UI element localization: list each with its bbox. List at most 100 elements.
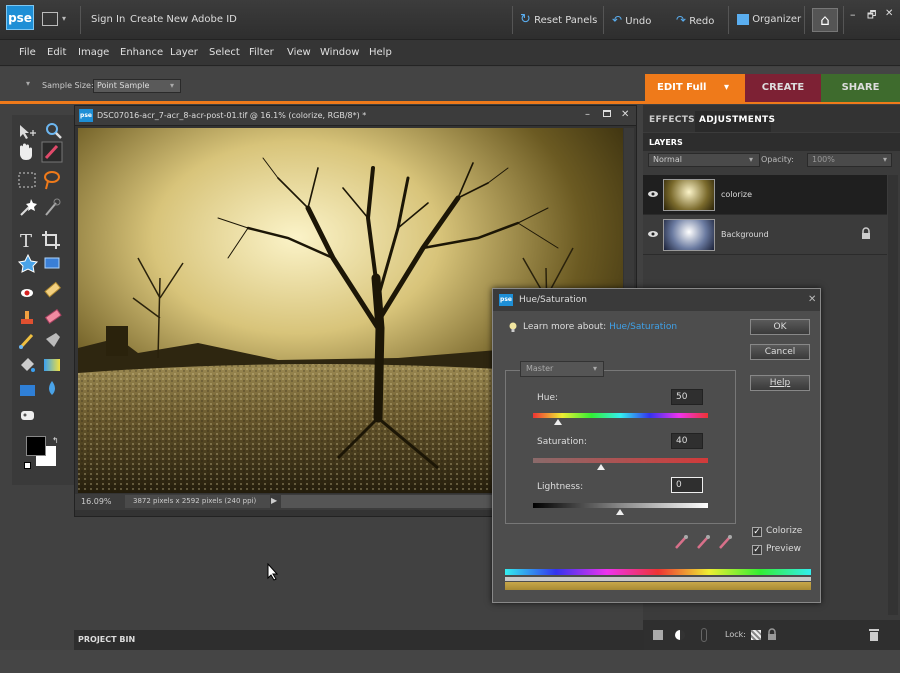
visibility-eye-icon[interactable] xyxy=(648,190,658,198)
chevron-down-icon: ▾ xyxy=(592,364,597,373)
menu-select[interactable]: Select xyxy=(209,47,240,58)
spot-healing-tool-icon[interactable] xyxy=(44,281,61,298)
menu-window[interactable]: Window xyxy=(320,47,359,58)
saturation-track[interactable] xyxy=(533,458,708,463)
edit-target-select[interactable]: Master ▾ xyxy=(520,361,604,377)
tab-effects[interactable]: EFFECTS xyxy=(649,115,695,125)
crop-tool-icon[interactable] xyxy=(42,231,60,249)
gradient-tool-icon[interactable] xyxy=(44,359,60,371)
zoom-tool-icon[interactable] xyxy=(46,123,62,139)
project-bin[interactable]: PROJECT BIN xyxy=(74,630,644,650)
sample-size-select[interactable]: Point Sample ▾ xyxy=(93,79,181,93)
options-menu-icon[interactable]: ▾ xyxy=(26,79,30,88)
visibility-eye-icon[interactable] xyxy=(648,230,658,238)
hue-field[interactable]: 50 xyxy=(671,389,703,405)
eyedropper-tool-icon[interactable] xyxy=(41,141,63,163)
home-icon[interactable]: ⌂ xyxy=(812,8,838,32)
mode-edit-tab[interactable]: EDIT Full ▾ xyxy=(645,74,745,102)
saturation-field[interactable]: 40 xyxy=(671,433,703,449)
hue-slider-thumb[interactable] xyxy=(554,419,562,425)
menu-enhance[interactable]: Enhance xyxy=(120,47,163,58)
reset-panels-button[interactable]: ↻ Reset Panels xyxy=(520,9,597,31)
link-icon[interactable] xyxy=(701,628,707,642)
lock-all-icon[interactable] xyxy=(767,628,777,640)
blend-mode-select[interactable]: Normal ▾ xyxy=(648,153,760,167)
menu-layer[interactable]: Layer xyxy=(170,47,198,58)
eyedropper-minus-icon[interactable] xyxy=(717,534,733,550)
maximize-icon[interactable]: 🗗 xyxy=(867,8,876,25)
straighten-tool-icon[interactable] xyxy=(44,257,60,269)
redo-button[interactable]: ↷ Redo xyxy=(676,9,714,31)
minimize-icon[interactable]: – xyxy=(850,8,856,21)
layer-row-background[interactable]: Background xyxy=(643,215,887,255)
blur-tool-icon[interactable] xyxy=(49,381,55,395)
swap-colors-icon[interactable]: ↰ xyxy=(52,436,59,445)
chevron-down-icon[interactable]: ▾ xyxy=(62,14,66,23)
create-adobe-id-link[interactable]: Create New Adobe ID xyxy=(130,14,237,25)
eyedropper-plus-icon[interactable] xyxy=(695,534,711,550)
adjustment-layer-icon[interactable] xyxy=(675,630,685,640)
lightness-slider-thumb[interactable] xyxy=(616,509,624,515)
workspace-icon[interactable] xyxy=(42,12,58,26)
brush-tool-icon[interactable] xyxy=(19,333,34,349)
menu-filter[interactable]: Filter xyxy=(249,47,274,58)
menu-view[interactable]: View xyxy=(287,47,311,58)
hand-tool-icon[interactable] xyxy=(20,143,32,161)
clone-stamp-tool-icon[interactable] xyxy=(21,311,33,324)
tab-adjustments[interactable]: ADJUSTMENTS xyxy=(699,115,775,125)
eyedropper-icon[interactable] xyxy=(673,534,689,550)
doc-close-icon[interactable]: ✕ xyxy=(621,109,629,120)
mode-create-tab[interactable]: CREATE xyxy=(745,74,821,102)
ok-button[interactable]: OK xyxy=(750,319,810,335)
cancel-button[interactable]: Cancel xyxy=(750,344,810,360)
type-tool-icon[interactable]: T xyxy=(20,231,32,252)
doc-restore-icon[interactable] xyxy=(603,110,611,117)
mode-share-tab[interactable]: SHARE xyxy=(821,74,900,102)
help-button[interactable]: Help xyxy=(750,375,810,391)
default-colors-icon[interactable] xyxy=(24,462,31,469)
organizer-button[interactable]: Organizer xyxy=(737,9,801,31)
opacity-label: Opacity: xyxy=(761,155,794,164)
lightness-track[interactable] xyxy=(533,503,708,508)
magic-wand-tool-icon[interactable] xyxy=(20,199,37,216)
move-tool-icon[interactable] xyxy=(20,125,36,139)
new-layer-icon[interactable] xyxy=(653,630,663,640)
hue-track[interactable] xyxy=(533,413,708,418)
preview-checkbox[interactable]: ✓ xyxy=(752,545,762,555)
close-icon[interactable]: ✕ xyxy=(885,8,893,19)
opacity-field[interactable]: 100% ▾ xyxy=(807,153,892,167)
undo-button[interactable]: ↶ Undo xyxy=(612,9,651,31)
zoom-readout[interactable]: 16.09% xyxy=(81,497,112,506)
dialog-titlebar[interactable]: pse Hue/Saturation ✕ xyxy=(493,289,820,311)
red-eye-tool-icon[interactable] xyxy=(21,289,33,297)
doc-minimize-icon[interactable]: – xyxy=(585,109,590,120)
quick-selection-tool-icon[interactable] xyxy=(45,198,61,216)
info-menu-icon[interactable]: ▶ xyxy=(271,496,277,505)
cookie-cutter-tool-icon[interactable] xyxy=(17,253,39,273)
lasso-tool-icon[interactable] xyxy=(44,171,60,190)
colorize-checkbox[interactable]: ✓ xyxy=(752,527,762,537)
layers-scrollbar[interactable] xyxy=(888,175,898,615)
lightness-field[interactable]: 0 xyxy=(671,477,703,493)
menu-file[interactable]: File xyxy=(19,47,36,58)
layer-row-colorize[interactable]: colorize xyxy=(643,175,887,215)
dialog-close-icon[interactable]: ✕ xyxy=(808,294,816,305)
shape-tool-icon[interactable] xyxy=(20,385,35,396)
sign-in-link[interactable]: Sign In xyxy=(91,14,125,25)
trash-icon[interactable] xyxy=(869,628,879,641)
learn-more-link[interactable]: Hue/Saturation xyxy=(609,322,677,332)
colorize-label[interactable]: Colorize xyxy=(766,526,802,536)
preview-label[interactable]: Preview xyxy=(766,544,801,554)
smart-brush-tool-icon[interactable] xyxy=(46,333,60,347)
lock-transparency-icon[interactable] xyxy=(751,630,761,640)
menu-edit[interactable]: Edit xyxy=(47,47,66,58)
marquee-tool-icon[interactable] xyxy=(18,172,36,188)
sponge-tool-icon[interactable] xyxy=(21,411,34,420)
menu-image[interactable]: Image xyxy=(78,47,109,58)
eraser-tool-icon[interactable] xyxy=(44,308,62,324)
paint-bucket-tool-icon[interactable] xyxy=(21,358,35,372)
saturation-slider-thumb[interactable] xyxy=(597,464,605,470)
menu-help[interactable]: Help xyxy=(369,47,392,58)
foreground-color-swatch[interactable] xyxy=(26,436,46,456)
toolbox: T xyxy=(12,115,76,485)
